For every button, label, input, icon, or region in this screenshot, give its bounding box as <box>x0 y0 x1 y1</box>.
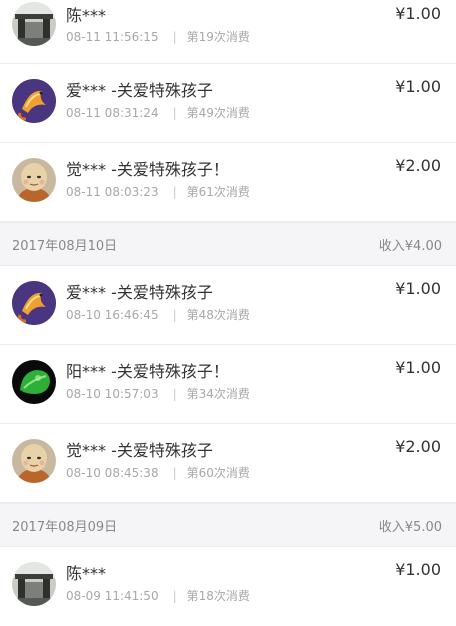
record-count: 第60次消费 <box>186 466 250 480</box>
record-count: 第49次消费 <box>186 106 250 120</box>
list-item[interactable]: 阳*** -关爱特殊孩子！ 08-10 10:57:03 | 第34次消费 ¥1.0… <box>0 345 456 424</box>
record-amount: ¥1.00 <box>395 279 441 298</box>
transaction-list: 陈*** 08-11 11:56:15 | 第19次消费 ¥1.00 爱*** -关… <box>0 0 456 626</box>
list-item[interactable]: 觉*** -关爱特殊孩子！ 08-11 08:03:23 | 第61次消费 ¥2.0… <box>0 143 456 222</box>
monk-doll-avatar <box>12 439 56 483</box>
meta-divider: | <box>172 387 177 401</box>
record-meta: 08-10 16:46:45 | 第48次消费 <box>66 306 250 323</box>
meta-divider: | <box>172 308 177 322</box>
payer-name: 爱*** -关爱特殊孩子 <box>66 283 213 302</box>
list-item[interactable]: 陈*** 08-11 11:56:15 | 第19次消费 ¥1.00 <box>0 0 456 64</box>
payer-name: 陈*** <box>66 564 107 583</box>
record-meta: 08-11 08:31:24 | 第49次消费 <box>66 104 250 121</box>
payer-name: 阳*** -关爱特殊孩子！ <box>66 362 229 381</box>
day-header: 2017年08月10日 收入¥4.00 <box>0 222 456 266</box>
day-income: 收入¥5.00 <box>378 519 442 535</box>
record-time: 08-11 11:56:15 <box>66 30 159 44</box>
meta-divider: | <box>172 106 177 120</box>
green-leaf-avatar <box>12 360 56 404</box>
record-amount: ¥2.00 <box>395 156 441 175</box>
record-amount: ¥2.00 <box>395 437 441 456</box>
monk-doll-avatar <box>12 158 56 202</box>
record-time: 08-09 11:41:50 <box>66 589 159 603</box>
gate-photo-avatar <box>12 562 56 606</box>
record-time: 08-10 10:57:03 <box>66 387 159 401</box>
meta-divider: | <box>172 185 177 199</box>
payer-name: 陈*** <box>66 6 107 25</box>
record-meta: 08-10 10:57:03 | 第34次消费 <box>66 385 250 402</box>
payer-name: 觉*** -关爱特殊孩子！ <box>66 160 229 179</box>
record-time: 08-11 08:31:24 <box>66 106 159 120</box>
list-item[interactable]: 爱*** -关爱特殊孩子 08-11 08:31:24 | 第49次消费 ¥1.00 <box>0 64 456 143</box>
record-count: 第61次消费 <box>186 185 250 199</box>
day-header: 2017年08月09日 收入¥5.00 <box>0 503 456 547</box>
day-income: 收入¥4.00 <box>378 238 442 254</box>
record-time: 08-10 08:45:38 <box>66 466 159 480</box>
record-time: 08-10 16:46:45 <box>66 308 159 322</box>
record-amount: ¥1.00 <box>395 77 441 96</box>
meta-divider: | <box>172 30 177 44</box>
record-amount: ¥1.00 <box>395 560 441 579</box>
record-meta: 08-10 08:45:38 | 第60次消费 <box>66 464 250 481</box>
record-count: 第18次消费 <box>186 589 250 603</box>
record-amount: ¥1.00 <box>395 4 441 23</box>
record-amount: ¥1.00 <box>395 358 441 377</box>
list-item[interactable]: 爱*** -关爱特殊孩子 08-10 16:46:45 | 第48次消费 ¥1.00 <box>0 266 456 345</box>
meta-divider: | <box>172 466 177 480</box>
list-item[interactable]: 陈*** 08-09 11:41:50 | 第18次消费 ¥1.00 <box>0 547 456 626</box>
gate-photo-avatar <box>12 2 56 46</box>
payer-name: 觉*** -关爱特殊孩子 <box>66 441 213 460</box>
payer-name: 爱*** -关爱特殊孩子 <box>66 81 213 100</box>
record-count: 第48次消费 <box>186 308 250 322</box>
record-meta: 08-11 08:03:23 | 第61次消费 <box>66 183 250 200</box>
koi-fish-avatar <box>12 281 56 325</box>
list-item[interactable]: 觉*** -关爱特殊孩子 08-10 08:45:38 | 第60次消费 ¥2.00 <box>0 424 456 503</box>
day-date: 2017年08月09日 <box>12 519 118 535</box>
record-count: 第34次消费 <box>186 387 250 401</box>
record-count: 第19次消费 <box>186 30 250 44</box>
koi-fish-avatar <box>12 79 56 123</box>
day-date: 2017年08月10日 <box>12 238 118 254</box>
meta-divider: | <box>172 589 177 603</box>
record-meta: 08-09 11:41:50 | 第18次消费 <box>66 587 250 604</box>
record-meta: 08-11 11:56:15 | 第19次消费 <box>66 28 250 45</box>
record-time: 08-11 08:03:23 <box>66 185 159 199</box>
